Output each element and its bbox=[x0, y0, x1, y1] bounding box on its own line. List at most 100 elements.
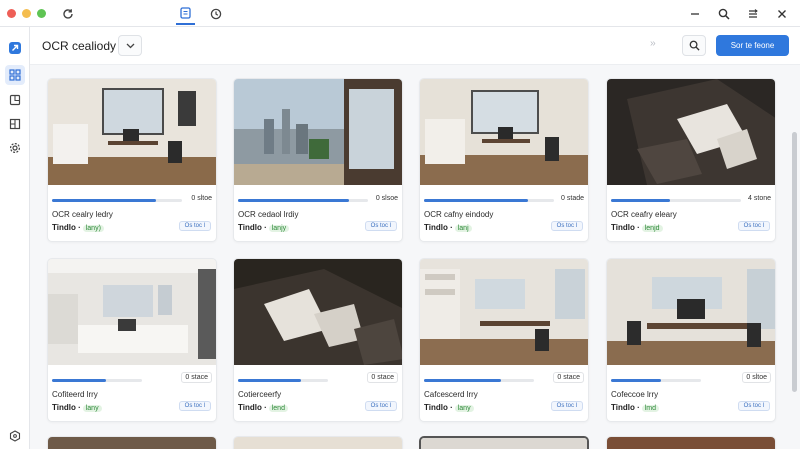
settings-gear-icon[interactable] bbox=[5, 138, 25, 158]
status-badge: 0 slsoe bbox=[375, 195, 398, 202]
progress-fill bbox=[611, 379, 661, 382]
image-card[interactable]: 0 sltoe OCR cealry ledry Tindlo · lany) O… bbox=[47, 78, 217, 242]
document-tab-icon[interactable] bbox=[176, 2, 195, 25]
card-action-pill[interactable]: Os toc l bbox=[550, 221, 583, 231]
progress-track bbox=[52, 199, 182, 202]
card-thumbnail bbox=[234, 259, 402, 365]
app-window: OCR cealiody ›› Sor te feone 0 sltoe OCR… bbox=[0, 0, 800, 449]
card-tag[interactable]: lany bbox=[82, 405, 102, 412]
card-action-pill[interactable]: Os toc l bbox=[364, 221, 397, 231]
gallery-icon[interactable] bbox=[5, 65, 25, 85]
card-title: OCR ceafry eleary bbox=[611, 210, 677, 219]
image-card[interactable]: 0 sltoe Cofeccoe lrry Tindlo · lmd Os toc… bbox=[606, 258, 776, 422]
card-action-pill[interactable]: Os toc l bbox=[550, 401, 583, 411]
refresh-icon[interactable] bbox=[58, 4, 77, 23]
history-icon[interactable] bbox=[206, 4, 225, 23]
page-title: OCR cealiody bbox=[42, 39, 117, 53]
card-thumbnail bbox=[607, 259, 775, 365]
image-grid: 0 sltoe OCR cealry ledry Tindlo · lany) O… bbox=[30, 66, 790, 449]
page-header: OCR cealiody ›› Sor te feone bbox=[30, 27, 800, 65]
forward-arrows[interactable]: ›› bbox=[650, 38, 656, 49]
progress-row: 0 sltoe bbox=[611, 372, 773, 386]
primary-action-button[interactable]: Sor te feone bbox=[716, 35, 789, 56]
meta-text: Tindlo · bbox=[611, 223, 640, 232]
list-icon[interactable] bbox=[743, 4, 762, 23]
progress-row: 0 stace bbox=[238, 372, 400, 386]
progress-row: 0 slsoe bbox=[238, 195, 400, 206]
status-badge: 0 stace bbox=[553, 372, 584, 383]
status-badge: 0 sltoe bbox=[191, 195, 212, 202]
meta-text: Tindlo · bbox=[238, 403, 267, 412]
maximize-window-button[interactable] bbox=[37, 9, 46, 18]
card-tag[interactable]: lend bbox=[268, 405, 288, 412]
status-badge: 4 stone bbox=[748, 195, 771, 202]
progress-fill bbox=[52, 199, 156, 202]
minimize-window-button[interactable] bbox=[22, 9, 31, 18]
progress-track bbox=[238, 199, 368, 202]
card-action-pill[interactable]: Os toc l bbox=[178, 221, 211, 231]
progress-fill bbox=[611, 199, 670, 202]
card-thumbnail bbox=[420, 79, 588, 185]
card-thumbnail bbox=[48, 437, 216, 449]
notes-icon[interactable] bbox=[5, 90, 25, 110]
card-tag[interactable]: lanjy bbox=[268, 225, 290, 232]
close-window-button[interactable] bbox=[7, 9, 16, 18]
meta-text: Tindlo · bbox=[52, 403, 81, 412]
card-tag[interactable]: lmd bbox=[641, 405, 660, 412]
image-card[interactable]: 0 stace Cofiteerd lrry Tindlo · lany Os t… bbox=[47, 258, 217, 422]
card-action-pill[interactable]: Os toc l bbox=[364, 401, 397, 411]
card-meta: Tindlo · lany bbox=[52, 403, 102, 412]
card-tag[interactable]: lanj bbox=[454, 225, 472, 232]
image-card[interactable] bbox=[606, 436, 776, 449]
card-meta: Tindlo · lany bbox=[424, 403, 474, 412]
image-card[interactable]: 0 stade OCR cafny eindody Tindlo · lanj O… bbox=[419, 78, 589, 242]
card-title: Cofiteerd lrry bbox=[52, 390, 98, 399]
image-card[interactable]: 4 stone OCR ceafry eleary Tindlo · lenjd … bbox=[606, 78, 776, 242]
image-card[interactable] bbox=[233, 436, 403, 449]
title-dropdown-button[interactable] bbox=[118, 35, 142, 56]
card-meta: Tindlo · lanjy bbox=[238, 223, 290, 232]
layout-icon[interactable] bbox=[5, 114, 25, 134]
card-thumbnail bbox=[234, 79, 402, 185]
card-thumbnail bbox=[420, 259, 588, 365]
card-action-pill[interactable]: Os toc l bbox=[737, 221, 770, 231]
card-title: Cofeccoe lrry bbox=[611, 390, 659, 399]
meta-text: Tindlo · bbox=[52, 223, 81, 232]
image-card[interactable] bbox=[47, 436, 217, 449]
card-thumbnail bbox=[607, 437, 775, 449]
header-search-button[interactable] bbox=[682, 35, 706, 56]
image-card[interactable]: 0 stace Cafcescerd lrry Tindlo · lany Os … bbox=[419, 258, 589, 422]
card-meta: Tindlo · lanj bbox=[424, 223, 472, 232]
meta-text: Tindlo · bbox=[611, 403, 640, 412]
progress-track bbox=[238, 379, 328, 382]
image-card[interactable]: 0 slsoe OCR cedaol lrdiy Tindlo · lanjy O… bbox=[233, 78, 403, 242]
progress-track bbox=[52, 379, 142, 382]
progress-fill bbox=[52, 379, 106, 382]
card-tag[interactable]: lany bbox=[454, 405, 474, 412]
card-action-pill[interactable]: Os toc l bbox=[737, 401, 770, 411]
close-icon[interactable] bbox=[772, 4, 791, 23]
status-badge: 0 stade bbox=[561, 195, 584, 202]
app-logo-icon bbox=[5, 38, 25, 58]
card-tag[interactable]: lenjd bbox=[641, 225, 663, 232]
card-meta: Tindlo · lend bbox=[238, 403, 288, 412]
image-card[interactable] bbox=[419, 436, 589, 449]
scrollbar[interactable] bbox=[789, 66, 800, 449]
card-action-pill[interactable]: Os toc l bbox=[178, 401, 211, 411]
help-shield-icon[interactable] bbox=[5, 426, 25, 446]
progress-fill bbox=[238, 199, 349, 202]
search-icon[interactable] bbox=[714, 4, 733, 23]
card-thumbnail bbox=[48, 79, 216, 185]
chevron-down-icon bbox=[126, 43, 134, 48]
minimize-icon[interactable] bbox=[685, 4, 704, 23]
card-title: Cafcescerd lrry bbox=[424, 390, 478, 399]
card-thumbnail bbox=[48, 259, 216, 365]
card-tag[interactable]: lany) bbox=[82, 225, 104, 232]
progress-row: 0 stace bbox=[424, 372, 586, 386]
progress-row: 4 stone bbox=[611, 195, 773, 206]
image-card[interactable]: 0 stace Cotierceerfy Tindlo · lend Os toc… bbox=[233, 258, 403, 422]
card-title: OCR cealry ledry bbox=[52, 210, 113, 219]
scrollbar-thumb[interactable] bbox=[792, 132, 797, 392]
meta-text: Tindlo · bbox=[238, 223, 267, 232]
progress-track bbox=[611, 199, 741, 202]
